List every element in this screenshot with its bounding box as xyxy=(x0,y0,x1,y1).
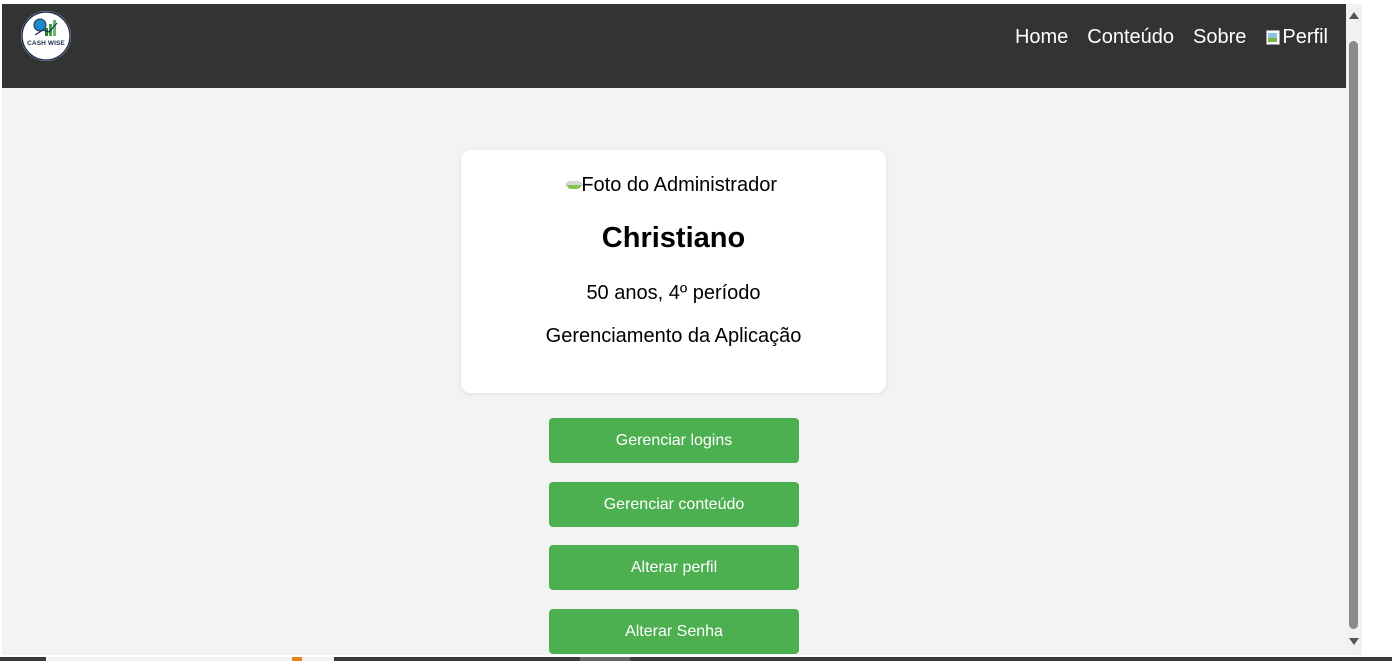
nav-links: Home Conteúdo Sobre Perfil xyxy=(996,24,1328,50)
admin-photo: Foto do Administrador xyxy=(565,174,777,196)
navbar: CASH WISE Home Conteúdo Sobre Perfil xyxy=(2,4,1346,88)
cash-wise-logo[interactable]: CASH WISE xyxy=(21,11,71,61)
scroll-thumb[interactable] xyxy=(1349,41,1358,629)
logo-graphic-icon xyxy=(21,11,71,61)
taskbar-segment xyxy=(580,657,630,661)
admin-name: Christiano xyxy=(601,222,746,254)
broken-image-icon xyxy=(565,179,583,191)
nav-link-home[interactable]: Home xyxy=(1015,24,1068,50)
taskbar-edge xyxy=(0,657,1392,661)
admin-profile-card: Foto do Administrador Christiano 50 anos… xyxy=(461,150,886,393)
admin-photo-alt-text: Foto do Administrador xyxy=(581,174,777,196)
manage-logins-button[interactable]: Gerenciar logins xyxy=(549,418,799,463)
nav-link-conteudo[interactable]: Conteúdo xyxy=(1087,24,1174,50)
taskbar-indicator xyxy=(292,657,302,661)
scroll-down-arrow-icon[interactable] xyxy=(1349,638,1359,645)
admin-info: 50 anos, 4º período xyxy=(586,282,761,304)
manage-content-button[interactable]: Gerenciar conteúdo xyxy=(549,482,799,527)
nav-profile-link[interactable]: Perfil xyxy=(1265,26,1328,49)
vertical-scrollbar[interactable] xyxy=(1346,4,1362,655)
nav-link-sobre[interactable]: Sobre xyxy=(1193,24,1246,50)
scroll-up-arrow-icon[interactable] xyxy=(1349,12,1359,19)
broken-image-icon xyxy=(1265,29,1281,45)
edit-profile-button[interactable]: Alterar perfil xyxy=(549,545,799,590)
taskbar-segment xyxy=(46,657,334,661)
admin-role: Gerenciamento da Aplicação xyxy=(545,325,802,347)
profile-alt-text: Perfil xyxy=(1282,25,1328,48)
logo-text: CASH WISE xyxy=(27,40,65,47)
change-password-button[interactable]: Alterar Senha xyxy=(549,609,799,654)
page-viewport: CASH WISE Home Conteúdo Sobre Perfil Fot… xyxy=(2,4,1346,655)
